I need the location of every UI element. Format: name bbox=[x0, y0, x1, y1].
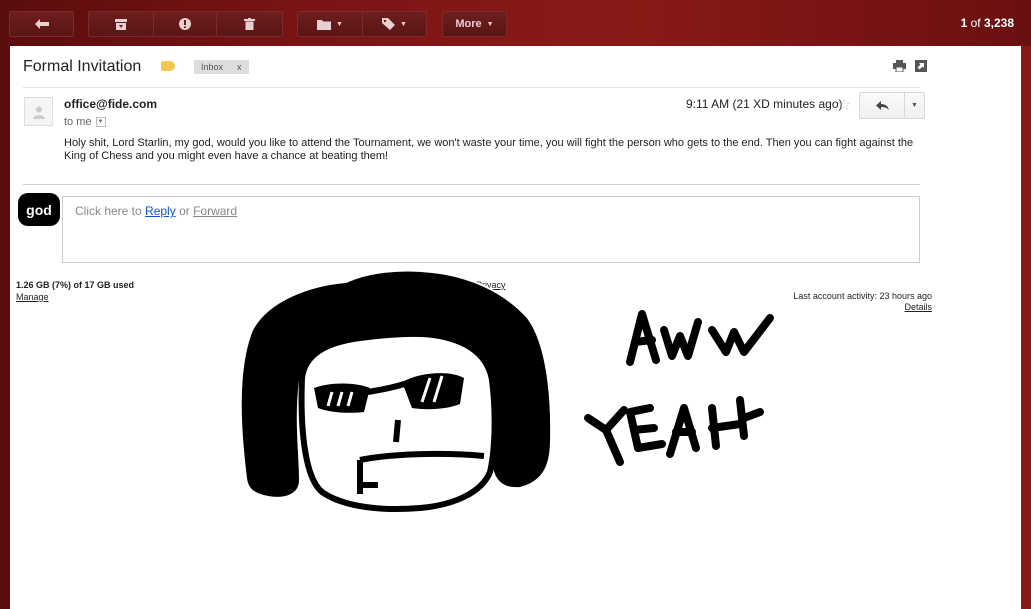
reply-icon bbox=[875, 101, 889, 110]
user-avatar: god bbox=[18, 193, 60, 226]
chevron-down-icon: ▼ bbox=[486, 20, 494, 28]
labels-button[interactable]: ▼ bbox=[362, 11, 427, 37]
inbox-chip-label: Inbox bbox=[201, 62, 224, 72]
more-actions-dropdown[interactable]: ▼ bbox=[905, 93, 924, 118]
email-timestamp: 9:11 AM (21 XD minutes ago) bbox=[686, 97, 843, 111]
label-icon bbox=[382, 18, 396, 30]
inbox-label-chip[interactable]: Inbox x bbox=[194, 60, 249, 74]
reply-button[interactable] bbox=[860, 93, 905, 118]
divider bbox=[23, 184, 920, 185]
more-button[interactable]: More ▼ bbox=[442, 11, 507, 37]
last-activity: Last account activity: 23 hours ago bbox=[793, 291, 932, 301]
chevron-down-icon: ▼ bbox=[400, 20, 407, 28]
counter-range: 1 bbox=[960, 16, 968, 30]
reply-box[interactable]: Click here to Reply or Forward bbox=[62, 196, 920, 263]
divider bbox=[23, 87, 920, 88]
archive-icon bbox=[115, 18, 127, 30]
counter-of: of bbox=[970, 16, 981, 30]
delete-button[interactable] bbox=[216, 11, 283, 37]
email-subject: Formal Invitation bbox=[23, 58, 142, 75]
reply-button-group: ▼ bbox=[859, 92, 925, 119]
chevron-down-icon: ▼ bbox=[336, 20, 343, 28]
folder-icon bbox=[317, 19, 332, 30]
remove-label-icon[interactable]: x bbox=[237, 62, 242, 72]
to-me-label: to me bbox=[64, 116, 92, 128]
message-counter: 1 of 3,238 bbox=[961, 16, 1014, 30]
chevron-down-icon[interactable]: ▼ bbox=[95, 117, 106, 127]
chevron-down-icon: ▼ bbox=[911, 102, 918, 109]
toolbar: ▼ ▼ More ▼ 1 of 3,238 bbox=[0, 0, 1031, 44]
important-label-icon[interactable] bbox=[161, 61, 175, 71]
details-link[interactable]: Details bbox=[904, 302, 932, 312]
back-arrow-icon bbox=[34, 19, 49, 29]
sender-avatar bbox=[24, 97, 53, 126]
archive-button[interactable] bbox=[88, 11, 154, 37]
print-icon[interactable] bbox=[893, 60, 906, 72]
star-icon[interactable]: ☆ bbox=[837, 95, 851, 115]
report-spam-icon bbox=[179, 18, 191, 30]
scrollbar[interactable] bbox=[1021, 46, 1031, 609]
move-to-button[interactable]: ▼ bbox=[297, 11, 363, 37]
email-view: Formal Invitation Inbox x office@fide.co… bbox=[10, 46, 1021, 609]
more-button-label: More bbox=[455, 18, 482, 30]
trash-icon bbox=[244, 18, 255, 30]
email-body: Holy shit, Lord Starlin, my god, would y… bbox=[64, 137, 914, 162]
back-button[interactable] bbox=[9, 11, 74, 37]
person-icon bbox=[32, 106, 45, 119]
sender-email[interactable]: office@fide.com bbox=[64, 97, 157, 111]
forward-link[interactable]: Forward bbox=[193, 204, 237, 218]
reply-link[interactable]: Reply bbox=[145, 204, 176, 218]
manage-link[interactable]: Manage bbox=[16, 292, 49, 302]
privacy-link[interactable]: Privacy bbox=[476, 280, 506, 290]
recipient-line[interactable]: to me ▼ bbox=[64, 116, 106, 128]
new-window-icon[interactable] bbox=[915, 60, 927, 72]
or-text: or bbox=[179, 204, 190, 218]
reply-prompt: Click here to bbox=[75, 204, 142, 218]
counter-total: 3,238 bbox=[983, 16, 1014, 30]
report-spam-button[interactable] bbox=[153, 11, 217, 37]
storage-usage: 1.26 GB (7%) of 17 GB used bbox=[16, 280, 135, 290]
